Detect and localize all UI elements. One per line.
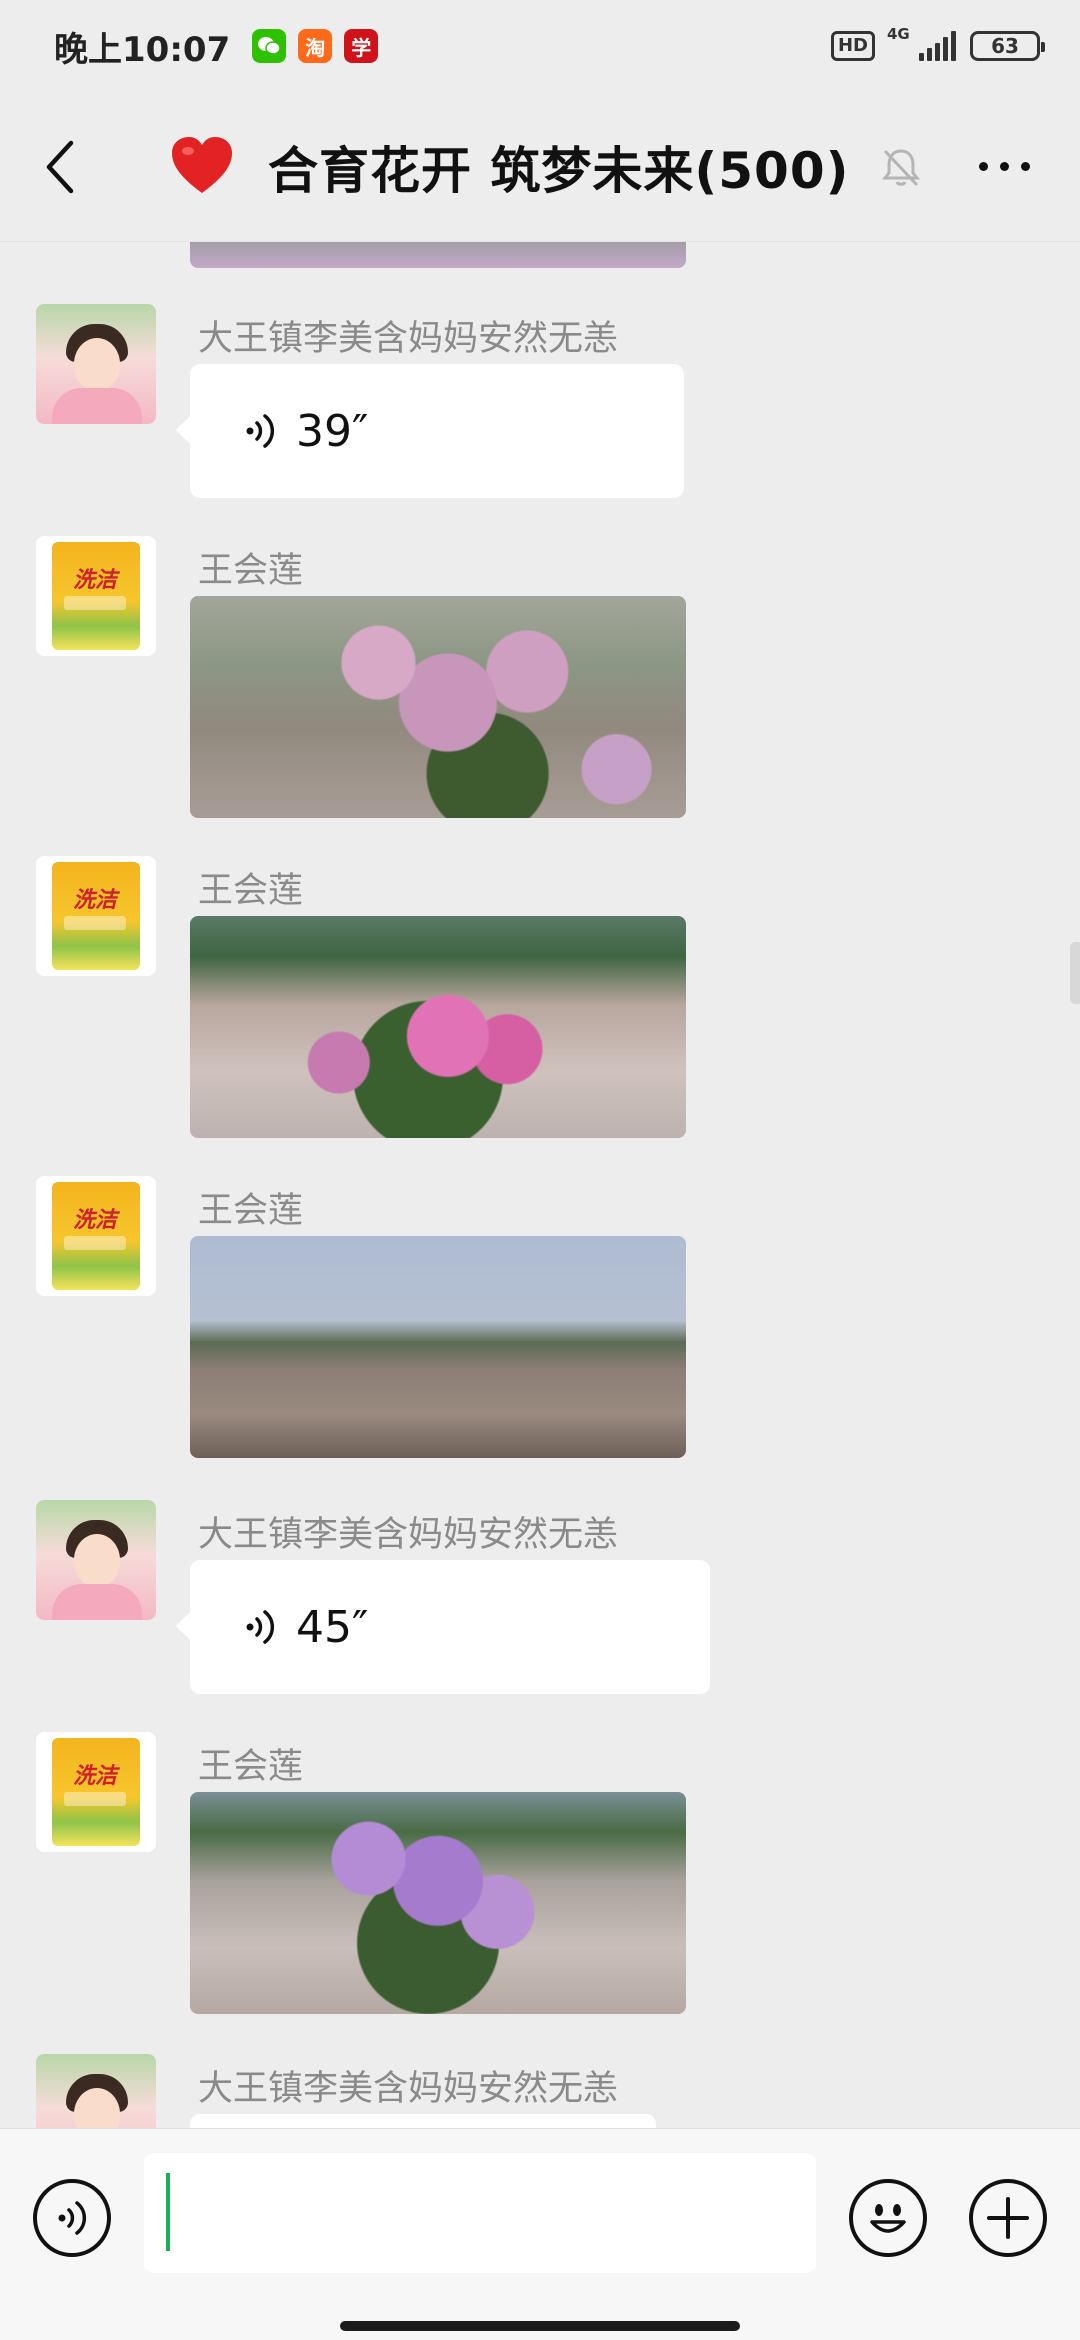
battery-level: 63 xyxy=(991,34,1019,58)
avatar[interactable] xyxy=(36,2054,156,2130)
sender-name: 王会莲 xyxy=(198,1747,304,1787)
more-dots-icon xyxy=(979,162,988,171)
more-functions-button[interactable] xyxy=(969,2179,1047,2257)
notification-icons: 淘 学 xyxy=(252,29,379,63)
chat-header: 合育花开 筑梦未来(500) xyxy=(0,92,1080,242)
status-bar: 晚上10:07 淘 学 HD 4G 63 xyxy=(0,0,1080,92)
home-indicator[interactable] xyxy=(340,2321,740,2331)
voice-message-bubble[interactable]: 39″ xyxy=(176,364,684,498)
message-input[interactable] xyxy=(144,2153,816,2273)
voice-wave-icon xyxy=(246,1610,275,1644)
hd-icon: HD xyxy=(830,31,875,61)
heart-icon xyxy=(172,136,232,193)
network-type: 4G xyxy=(887,25,910,43)
sender-name: 大王镇李美含妈妈安然无恙 xyxy=(198,319,619,359)
voice-duration: 39″ xyxy=(296,405,369,457)
input-bar xyxy=(0,2128,1080,2340)
voice-input-icon xyxy=(58,2201,87,2235)
emoji-icon xyxy=(870,2204,906,2233)
message-image[interactable] xyxy=(190,242,686,268)
title-group: 合育花开 筑梦未来(500) xyxy=(170,131,923,203)
wechat-icon xyxy=(252,29,287,63)
avatar[interactable]: 洗洁 xyxy=(36,536,156,656)
avatar[interactable]: 洗洁 xyxy=(36,856,156,976)
text-caret xyxy=(166,2173,170,2251)
mute-bell-icon xyxy=(882,148,921,186)
sender-name: 王会莲 xyxy=(198,1191,304,1231)
xuexi-icon: 学 xyxy=(344,29,379,63)
message-image[interactable] xyxy=(190,916,686,1138)
message-image[interactable] xyxy=(190,1792,686,2014)
message-image[interactable] xyxy=(190,596,686,818)
avatar[interactable] xyxy=(36,304,156,424)
voice-duration: 45″ xyxy=(296,1601,369,1653)
avatar[interactable] xyxy=(36,1500,156,1620)
sender-name: 大王镇李美含妈妈安然无恙 xyxy=(198,2069,619,2109)
voice-message-bubble[interactable]: 45″ xyxy=(176,1560,710,1694)
voice-wave-icon xyxy=(246,414,275,448)
back-arrow-icon xyxy=(46,140,74,193)
chat-message-list[interactable]: 大王镇李美含妈妈安然无恙 39″ 洗洁 王会莲 洗洁 王会莲 洗洁 王会莲 大王… xyxy=(0,242,1080,2130)
more-button[interactable] xyxy=(959,127,1050,207)
message-image[interactable] xyxy=(190,1236,686,1458)
sender-name: 王会莲 xyxy=(198,551,304,591)
plus-icon xyxy=(987,2197,1029,2239)
sender-name: 大王镇李美含妈妈安然无恙 xyxy=(198,1515,619,1555)
voice-input-button[interactable] xyxy=(33,2179,111,2257)
signal-icon: 4G xyxy=(887,25,956,61)
taobao-icon: 淘 xyxy=(298,29,333,63)
scrollbar[interactable] xyxy=(1070,942,1080,1004)
sender-name: 王会莲 xyxy=(198,871,304,911)
status-time: 晚上10:07 xyxy=(54,29,231,70)
battery-icon: 63 xyxy=(970,31,1045,61)
chat-title: 合育花开 筑梦未来(500) xyxy=(268,141,850,200)
back-button[interactable] xyxy=(30,127,90,207)
emoji-button[interactable] xyxy=(849,2179,927,2257)
avatar[interactable]: 洗洁 xyxy=(36,1732,156,1852)
status-right: HD 4G 63 xyxy=(830,25,1045,61)
avatar[interactable]: 洗洁 xyxy=(36,1176,156,1296)
